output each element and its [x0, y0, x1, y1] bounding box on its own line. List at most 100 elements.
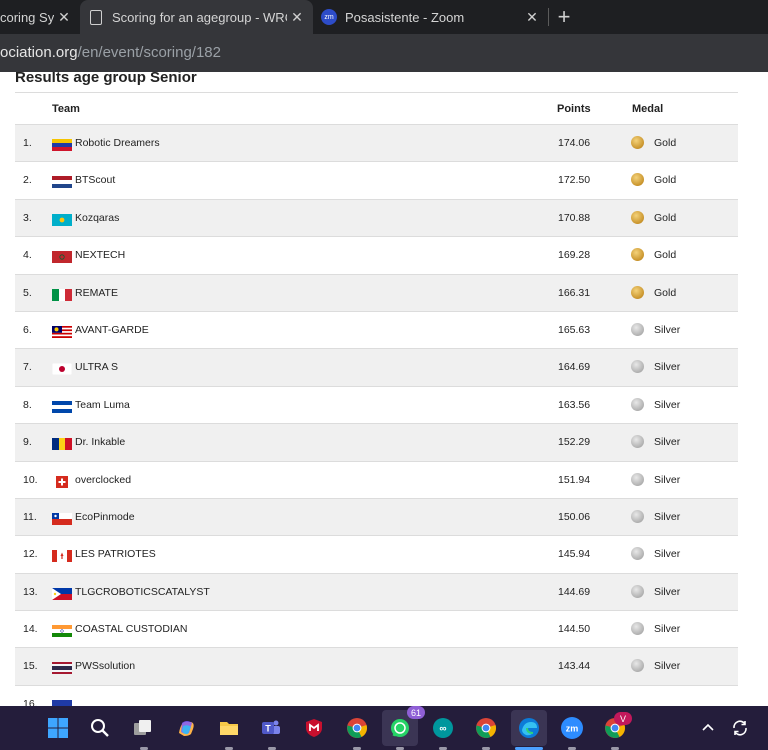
silver-medal-icon	[631, 360, 644, 374]
points-cell: 152.29	[558, 436, 591, 449]
arduino-button[interactable]: ∞	[429, 714, 457, 742]
tab-zoom[interactable]: zm Posasistente - Zoom ✕	[313, 0, 548, 34]
gold-medal-icon	[631, 248, 644, 262]
rank-cell: 13.	[23, 585, 38, 598]
team-name-cell: Kozqaras	[75, 211, 120, 224]
netherlands-flag-icon	[52, 176, 72, 189]
copilot-button[interactable]	[172, 714, 200, 742]
tab-title: Scoring for an agegroup - WRO S	[112, 9, 287, 25]
team-name-cell: TLGCROBOTICSCATALYST	[75, 585, 210, 598]
points-cell: 151.94	[558, 473, 591, 486]
table-row: 6. AVANT-GARDE 165.63 Silver	[15, 310, 738, 348]
table-row: 15. PWSsolution 143.44 Silver	[15, 647, 738, 685]
svg-text:T: T	[265, 724, 271, 734]
copilot-icon	[175, 717, 197, 739]
chrome-profile-1-button[interactable]	[343, 714, 371, 742]
table-row: 2. BTScout 172.50 Gold	[15, 161, 738, 198]
thailand-flag-icon	[52, 662, 72, 675]
teams-button[interactable]: T	[257, 714, 285, 742]
chevron-up-icon	[702, 723, 714, 731]
gold-medal-icon	[631, 210, 644, 224]
rank-cell: 5.	[23, 286, 32, 299]
medal-cell: Gold	[654, 174, 677, 187]
windows-taskbar: T 61 ∞ zm V	[0, 706, 768, 750]
silver-medal-icon	[631, 509, 644, 523]
team-name-cell: ULTRA S	[75, 361, 118, 374]
gold-medal-icon	[631, 173, 644, 187]
close-tab-icon[interactable]: ✕	[54, 9, 74, 26]
url-host: ociation.org	[0, 44, 78, 61]
zoom-button[interactable]: zm	[558, 714, 586, 742]
column-header-team: Team	[52, 103, 80, 115]
table-row: 12. LES PATRIOTES 145.94 Silver	[15, 535, 738, 572]
silver-medal-icon	[631, 435, 644, 449]
table-row: 13. TLGCROBOTICSCATALYST 144.69 Silver	[15, 572, 738, 611]
chrome-profile-2-button[interactable]	[472, 714, 500, 742]
silver-medal-icon	[631, 659, 644, 673]
table-row: 1. Robotic Dreamers 174.06 Gold	[15, 124, 738, 162]
japan-flag-icon	[52, 363, 72, 376]
tab-scoring-agegroup[interactable]: Scoring for an agegroup - WRO S ✕	[80, 0, 313, 34]
sync-icon	[733, 720, 747, 736]
svg-text:∞: ∞	[439, 724, 446, 735]
start-button[interactable]	[44, 714, 72, 742]
medal-cell: Silver	[654, 361, 681, 374]
tab-scoring-system[interactable]: coring Sys ✕	[0, 0, 80, 34]
switzerland-flag-icon	[56, 475, 68, 488]
zoom-icon: zm	[321, 9, 337, 25]
medal-cell: Silver	[654, 323, 681, 336]
table-row: 4. NEXTECH 169.28 Gold	[15, 236, 738, 273]
rank-cell: 4.	[23, 249, 32, 262]
sync-status-button[interactable]	[726, 714, 754, 742]
kazakhstan-flag-icon	[52, 213, 72, 226]
mcafee-icon	[303, 717, 325, 739]
silver-medal-icon	[631, 322, 644, 336]
rank-cell: 7.	[23, 361, 32, 374]
chrome-icon	[475, 717, 497, 739]
close-tab-icon[interactable]: ✕	[522, 9, 542, 26]
canada-flag-icon	[52, 550, 72, 563]
team-name-cell: REMATE	[75, 286, 118, 299]
table-row: 5. REMATE 166.31 Gold	[15, 273, 738, 311]
chrome-profile-3-button[interactable]: V	[601, 712, 632, 742]
edge-button[interactable]	[511, 710, 547, 746]
new-tab-button[interactable]: +	[549, 0, 579, 34]
chrome-icon	[346, 717, 368, 739]
tab-title: Posasistente - Zoom	[345, 9, 465, 25]
teams-icon: T	[260, 717, 282, 739]
file-explorer-button[interactable]	[215, 714, 243, 742]
column-header-points: Points	[557, 103, 591, 115]
search-button[interactable]	[86, 714, 114, 742]
whatsapp-button[interactable]: 61	[382, 706, 425, 746]
svg-text:zm: zm	[566, 724, 579, 734]
points-cell: 144.50	[558, 623, 591, 636]
points-cell: 166.31	[558, 286, 591, 299]
silver-medal-icon	[631, 584, 644, 598]
silver-medal-icon	[631, 622, 644, 636]
url-text[interactable]: ociation.org/en/event/scoring/182	[0, 44, 221, 61]
team-name-cell: EcoPinmode	[75, 510, 135, 523]
points-cell: 150.06	[558, 510, 591, 523]
task-view-button[interactable]	[129, 714, 157, 742]
rank-cell: 14.	[23, 623, 38, 636]
rank-cell: 3.	[23, 211, 32, 224]
team-name-cell: NEXTECH	[75, 249, 126, 262]
medal-cell: Silver	[654, 623, 681, 636]
rank-cell: 1.	[23, 137, 32, 149]
table-row: 11. EcoPinmode 150.06 Silver	[15, 497, 738, 536]
medal-cell: Silver	[654, 436, 681, 449]
points-cell: 163.56	[558, 398, 591, 411]
philippines-flag-icon	[52, 587, 72, 600]
malaysia-flag-icon	[52, 325, 72, 338]
close-tab-icon[interactable]: ✕	[287, 9, 307, 26]
page-content: Results age group Senior Team Points Med…	[0, 72, 768, 706]
points-cell: 165.63	[558, 323, 591, 336]
divider	[15, 92, 738, 93]
rank-cell: 16.	[23, 697, 38, 706]
morocco-flag-icon	[52, 251, 72, 264]
medal-cell: Silver	[654, 585, 681, 598]
show-hidden-icons-button[interactable]	[694, 714, 722, 742]
rank-cell: 2.	[23, 174, 32, 187]
mcafee-button[interactable]	[300, 714, 328, 742]
points-cell: 169.28	[558, 249, 591, 262]
